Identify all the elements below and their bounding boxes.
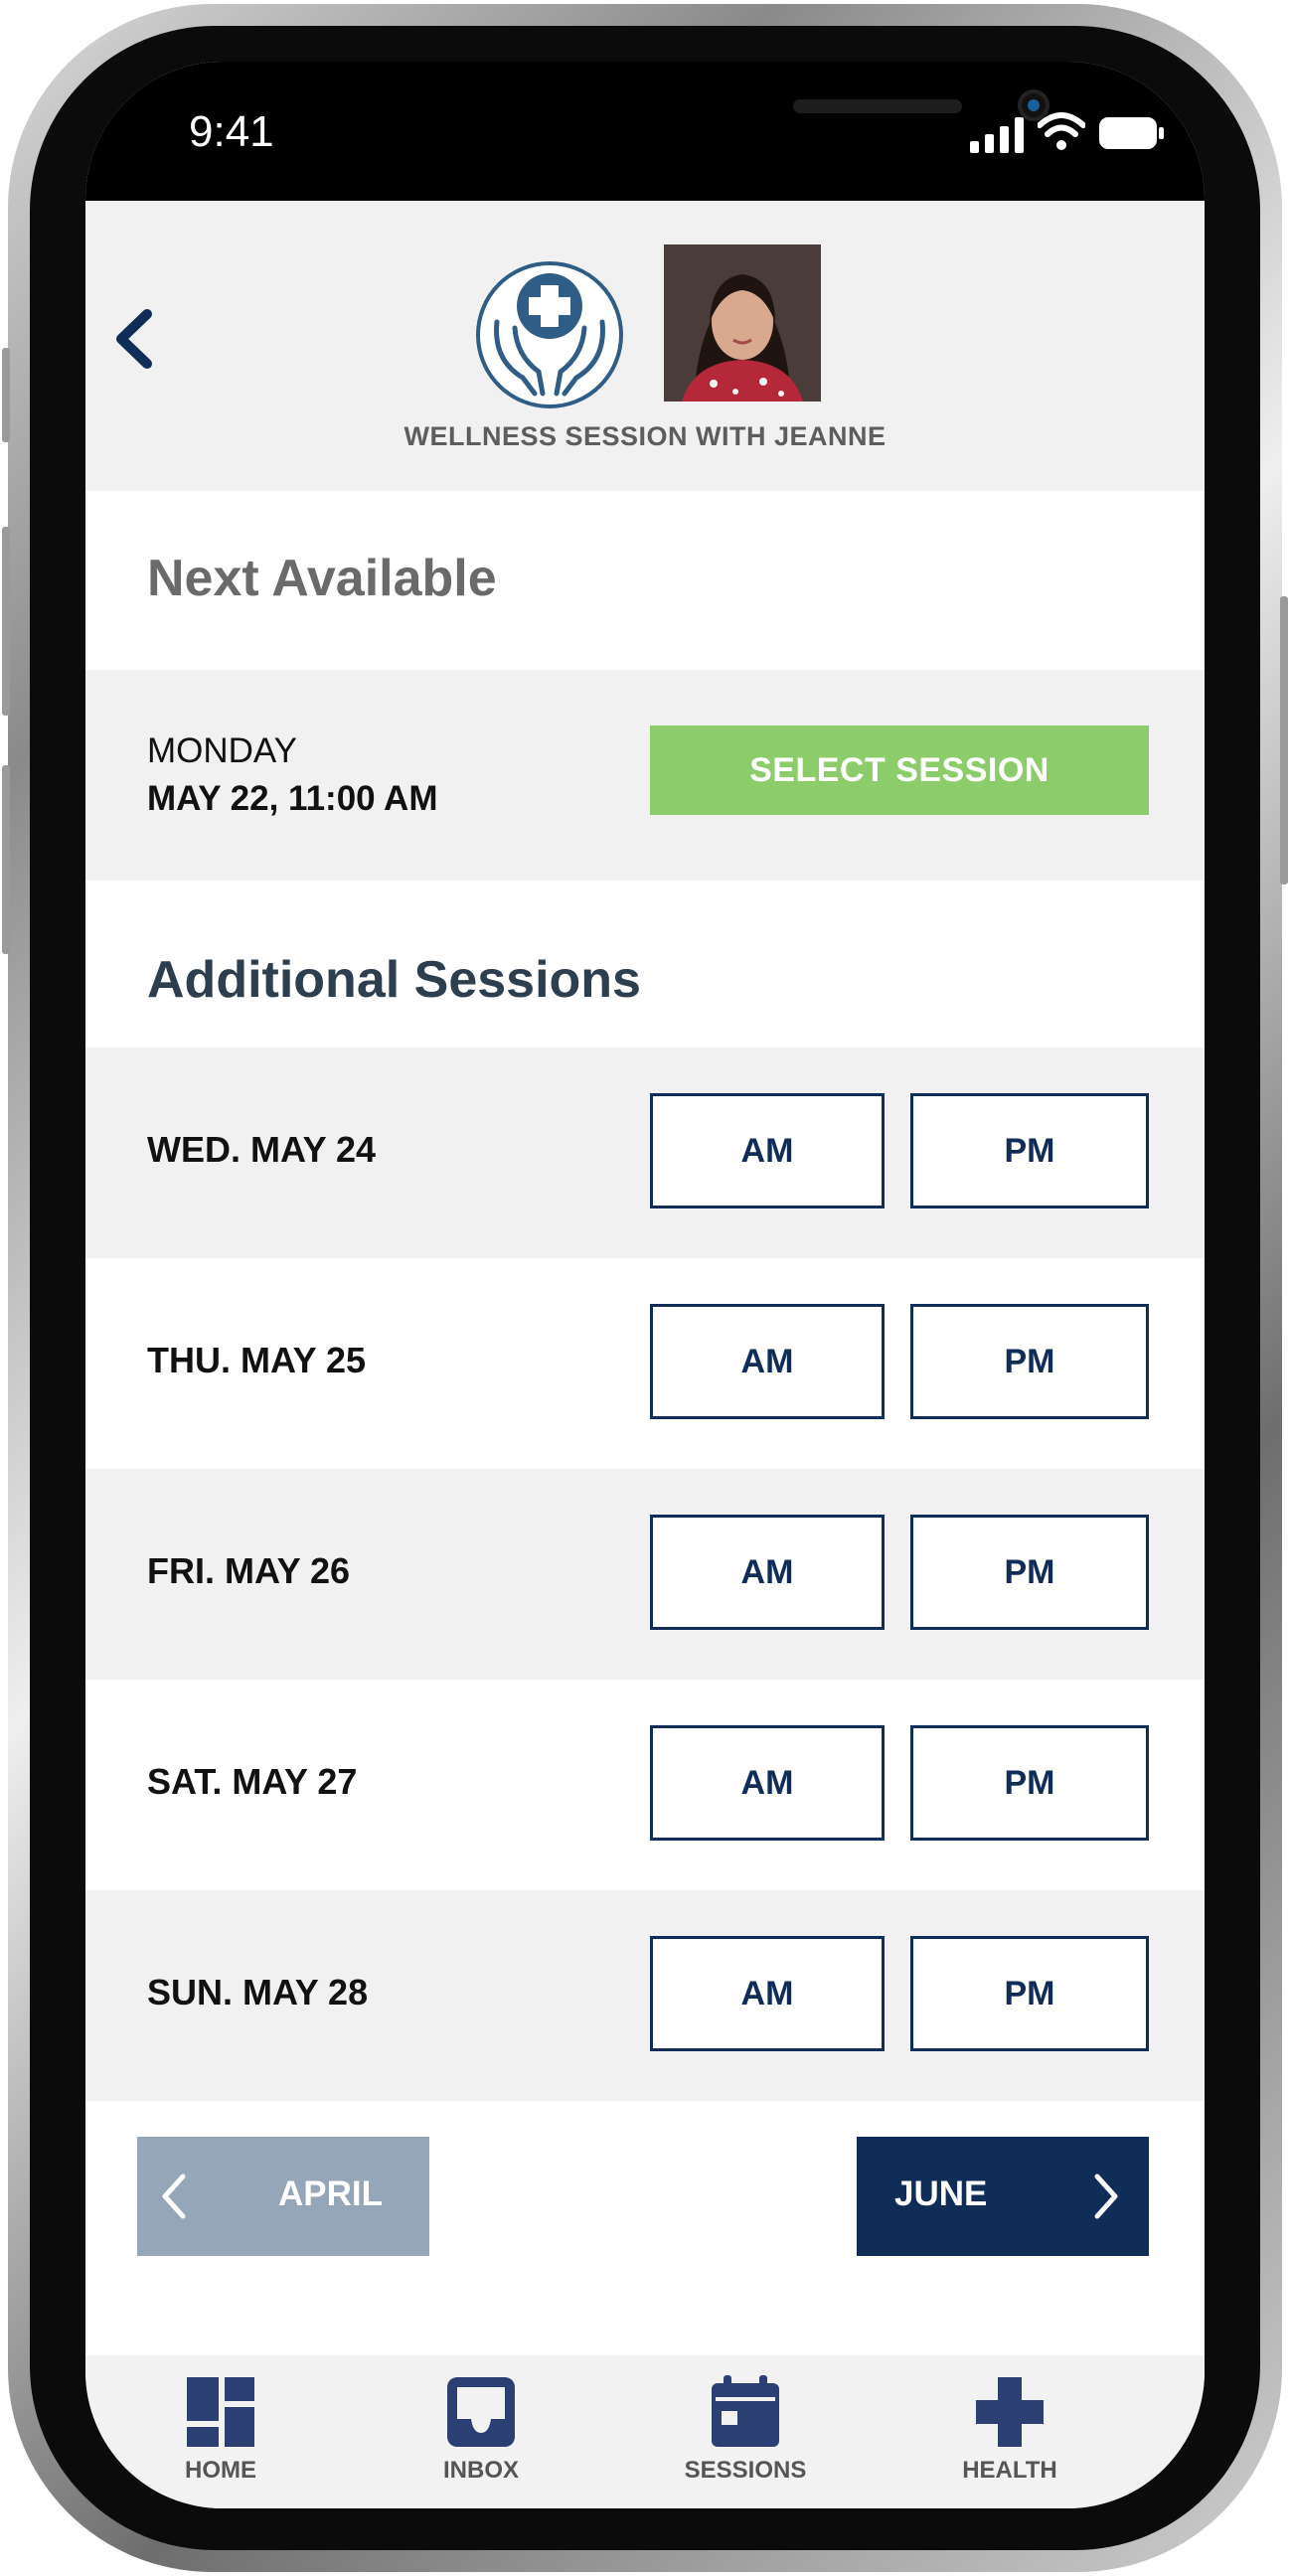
am-slot-button[interactable]: AM — [650, 1515, 885, 1630]
wellness-logo-icon — [476, 261, 623, 408]
side-button — [2, 527, 10, 716]
session-date: SUN. MAY 28 — [147, 1972, 369, 2012]
tab-sessions[interactable]: SESSIONS — [646, 2355, 845, 2508]
previous-month-button[interactable]: APRIL — [137, 2137, 429, 2256]
calendar-icon — [712, 2375, 779, 2447]
am-slot-button[interactable]: AM — [650, 1725, 885, 1841]
tab-label: HEALTH — [962, 2457, 1057, 2484]
am-slot-button[interactable]: AM — [650, 1936, 885, 2051]
am-slot-button[interactable]: AM — [650, 1093, 885, 1208]
home-grid-icon — [187, 2377, 254, 2447]
phone-screen: 9:41 WELLNESS SESSION WITH JEANNE Next A… — [85, 62, 1205, 2508]
session-date: FRI. MAY 26 — [147, 1550, 351, 1591]
notch — [328, 62, 1049, 165]
pm-slot-button[interactable]: PM — [910, 1936, 1149, 2051]
back-chevron-icon[interactable] — [107, 304, 159, 374]
side-button — [2, 765, 10, 954]
next-available-day: MONDAY — [147, 731, 298, 770]
tab-health[interactable]: HEALTH — [910, 2355, 1109, 2508]
battery-icon — [1099, 117, 1164, 149]
next-available-date: MAY 22, 11:00 AM — [147, 779, 438, 818]
next-month-button[interactable]: JUNE — [857, 2137, 1149, 2256]
avatar — [664, 244, 821, 402]
speaker-grille — [793, 99, 962, 113]
session-date: WED. MAY 24 — [147, 1129, 377, 1170]
pm-slot-button[interactable]: PM — [910, 1515, 1149, 1630]
bottom-tab-bar: HOME INBOX SESSIONS HEALTH — [85, 2355, 1205, 2508]
side-button — [2, 348, 10, 442]
signal-icon — [970, 117, 1024, 153]
avatar-portrait-icon — [664, 244, 821, 402]
status-time: 9:41 — [189, 107, 274, 156]
pm-slot-button[interactable]: PM — [910, 1093, 1149, 1208]
pm-slot-button[interactable]: PM — [910, 1304, 1149, 1419]
status-bar: 9:41 — [85, 62, 1205, 201]
tab-home[interactable]: HOME — [121, 2355, 320, 2508]
next-available-heading: Next Available — [147, 550, 497, 607]
tab-label: INBOX — [442, 2457, 519, 2484]
next-available-row: MONDAY MAY 22, 11:00 AM SELECT SESSION — [85, 670, 1205, 881]
side-button — [1280, 596, 1288, 885]
page-title: WELLNESS SESSION WITH JEANNE — [403, 421, 887, 451]
next-month-label: JUNE — [894, 2174, 988, 2213]
chevron-left-icon — [162, 2174, 186, 2219]
health-cross-icon — [976, 2377, 1044, 2447]
session-date: SAT. MAY 27 — [147, 1761, 358, 1802]
session-row: SAT. MAY 27 AM PM — [85, 1680, 1205, 1890]
wifi-icon — [1038, 112, 1085, 150]
tab-label: HOME — [185, 2457, 256, 2484]
am-slot-button[interactable]: AM — [650, 1304, 885, 1419]
pm-slot-button[interactable]: PM — [910, 1725, 1149, 1841]
session-header: WELLNESS SESSION WITH JEANNE — [85, 201, 1205, 491]
session-date: THU. MAY 25 — [147, 1340, 367, 1380]
session-row: SUN. MAY 28 AM PM — [85, 1890, 1205, 2101]
session-row: WED. MAY 24 AM PM — [85, 1047, 1205, 1258]
additional-sessions-heading: Additional Sessions — [147, 951, 641, 1009]
session-row: FRI. MAY 26 AM PM — [85, 1469, 1205, 1680]
tab-inbox[interactable]: INBOX — [382, 2355, 580, 2508]
tab-label: SESSIONS — [684, 2457, 807, 2484]
select-session-button[interactable]: SELECT SESSION — [650, 725, 1149, 815]
chevron-right-icon — [1094, 2174, 1118, 2219]
previous-month-label: APRIL — [278, 2174, 383, 2213]
session-row: THU. MAY 25 AM PM — [85, 1258, 1205, 1469]
inbox-tray-icon — [447, 2377, 515, 2447]
